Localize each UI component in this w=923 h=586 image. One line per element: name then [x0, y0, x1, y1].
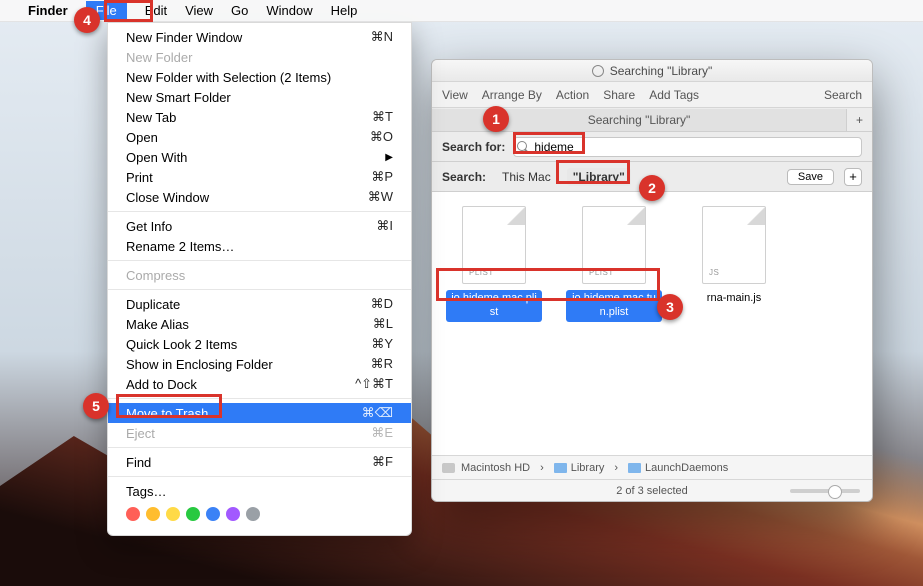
scope-library[interactable]: "Library" [567, 168, 631, 186]
menu-item-make-alias[interactable]: Make Alias⌘L [108, 314, 411, 334]
menu-item-new-tab[interactable]: New Tab⌘T [108, 107, 411, 127]
toolbar-tags[interactable]: Add Tags [649, 88, 699, 102]
callout-3: 3 [657, 294, 683, 320]
menu-item-find[interactable]: Find⌘F [108, 452, 411, 472]
menu-item-quick-look-2-items[interactable]: Quick Look 2 Items⌘Y [108, 334, 411, 354]
menu-item-close-window[interactable]: Close Window⌘W [108, 187, 411, 207]
icon-size-slider[interactable] [790, 489, 860, 493]
path-bar: Macintosh HD›Library›LaunchDaemons [432, 455, 872, 479]
toolbar-arrange[interactable]: Arrange By [482, 88, 542, 102]
tag-color-dots[interactable] [108, 501, 411, 531]
menu-item-open-with[interactable]: Open With▶ [108, 147, 411, 167]
status-bar: 2 of 3 selected [432, 479, 872, 501]
folder-icon [628, 463, 641, 473]
add-criteria-button[interactable]: + [844, 168, 862, 186]
search-for-bar: Search for: [432, 132, 872, 162]
menu-item-show-in-enclosing-folder[interactable]: Show in Enclosing Folder⌘R [108, 354, 411, 374]
file-icon: PLIST [462, 206, 526, 284]
menubar-go[interactable]: Go [231, 3, 248, 18]
search-for-label: Search for: [442, 140, 505, 154]
path-crumb[interactable]: Library [554, 462, 605, 474]
toolbar-search[interactable]: Search [824, 88, 862, 102]
menu-item-print[interactable]: Print⌘P [108, 167, 411, 187]
search-input[interactable] [513, 137, 862, 157]
menubar-app[interactable]: Finder [28, 3, 68, 18]
menu-item-new-folder: New Folder [108, 47, 411, 67]
menu-item-open[interactable]: Open⌘O [108, 127, 411, 147]
menu-item-duplicate[interactable]: Duplicate⌘D [108, 294, 411, 314]
menubar-help[interactable]: Help [331, 3, 358, 18]
disk-icon [442, 463, 455, 473]
file-name: io.hideme.mac.plist [446, 290, 542, 322]
menubar-edit[interactable]: Edit [145, 3, 167, 18]
scope-this-mac[interactable]: This Mac [496, 168, 557, 186]
callout-2: 2 [639, 175, 665, 201]
file-name: rna-main.js [703, 290, 765, 308]
scope-label: Search: [442, 170, 486, 184]
menu-item-eject: Eject⌘E [108, 423, 411, 443]
file-name: io.hideme.mac.tun.plist [566, 290, 662, 322]
callout-4: 4 [74, 7, 100, 33]
menu-item-tags[interactable]: Tags… [108, 481, 411, 501]
menu-item-rename-2-items[interactable]: Rename 2 Items… [108, 236, 411, 256]
callout-5: 5 [83, 393, 109, 419]
callout-1: 1 [483, 106, 509, 132]
toolbar-action[interactable]: Action [556, 88, 589, 102]
smart-folder-icon [592, 65, 604, 77]
path-crumb[interactable]: Macintosh HD [461, 462, 530, 474]
path-crumb[interactable]: LaunchDaemons [628, 462, 728, 474]
menu-item-get-info[interactable]: Get Info⌘I [108, 216, 411, 236]
new-tab-button[interactable]: + [846, 109, 872, 131]
file-menu-dropdown: New Finder Window⌘NNew FolderNew Folder … [107, 22, 412, 536]
menu-item-add-to-dock[interactable]: Add to Dock^⇧⌘T [108, 374, 411, 394]
finder-toolbar: View Arrange By Action Share Add Tags Se… [432, 82, 872, 108]
status-text: 2 of 3 selected [616, 485, 688, 497]
file-item[interactable]: PLIST io.hideme.mac.tun.plist [566, 206, 662, 322]
window-title: Searching "Library" [610, 64, 713, 78]
menu-item-move-to-trash[interactable]: Move to Trash⌘⌫ [108, 403, 411, 423]
toolbar-share[interactable]: Share [603, 88, 635, 102]
finder-titlebar[interactable]: Searching "Library" [432, 60, 872, 82]
finder-content[interactable]: PLIST io.hideme.mac.plist PLIST io.hideme.m… [432, 192, 872, 455]
menu-item-new-finder-window[interactable]: New Finder Window⌘N [108, 27, 411, 47]
menubar: Finder File Edit View Go Window Help [0, 0, 923, 22]
search-icon [517, 141, 529, 153]
menu-item-compress: Compress [108, 265, 411, 285]
file-icon: PLIST [582, 206, 646, 284]
menubar-view[interactable]: View [185, 3, 213, 18]
menu-item-new-smart-folder[interactable]: New Smart Folder [108, 87, 411, 107]
folder-icon [554, 463, 567, 473]
toolbar-view[interactable]: View [442, 88, 468, 102]
save-search-button[interactable]: Save [787, 169, 834, 185]
file-item[interactable]: PLIST io.hideme.mac.plist [446, 206, 542, 322]
file-item[interactable]: JS rna-main.js [686, 206, 782, 308]
menu-item-new-folder-with-selection-2-items[interactable]: New Folder with Selection (2 Items) [108, 67, 411, 87]
file-icon: JS [702, 206, 766, 284]
menubar-window[interactable]: Window [266, 3, 312, 18]
